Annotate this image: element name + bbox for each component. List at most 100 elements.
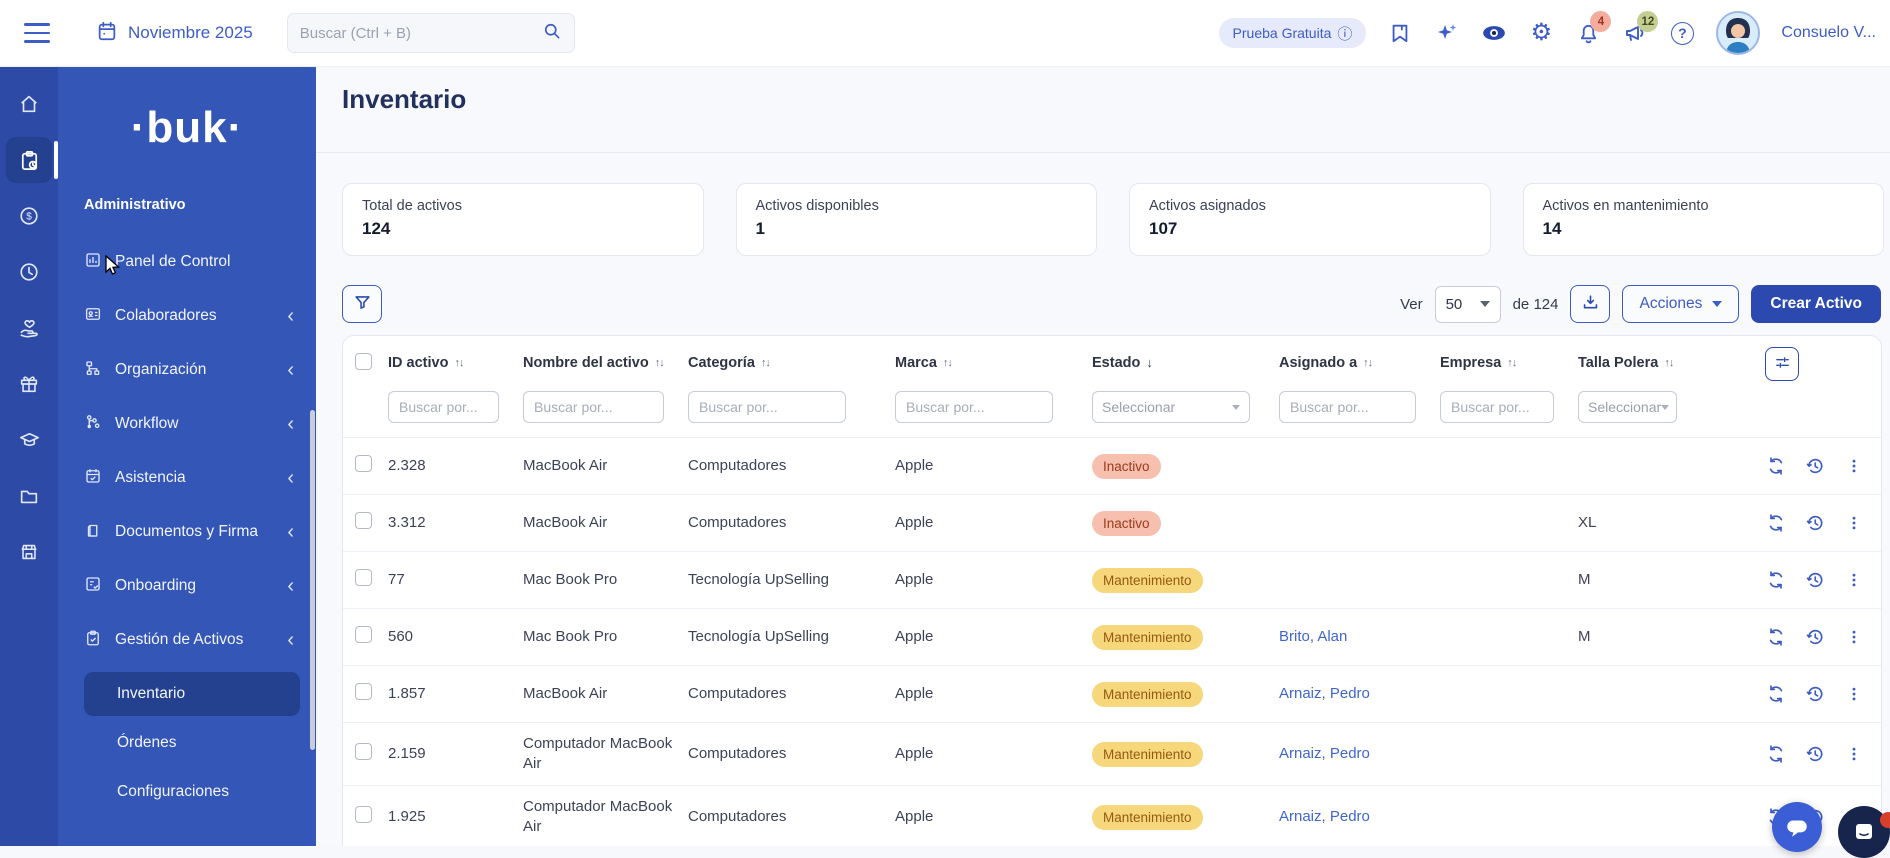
assignee-link[interactable]: Arnaiz, Pedro <box>1279 808 1370 825</box>
download-button[interactable] <box>1570 285 1610 323</box>
reassign-icon[interactable] <box>1765 683 1787 705</box>
filter-estado-select[interactable]: Seleccionar <box>1092 391 1250 423</box>
row-checkbox[interactable] <box>355 806 372 823</box>
main-content: Inventario Total de activos 124 Activos … <box>316 67 1890 846</box>
assignee-link[interactable]: Arnaiz, Pedro <box>1279 745 1370 762</box>
reassign-icon[interactable] <box>1765 455 1787 477</box>
sidebar-subitem-inventario[interactable]: Inventario <box>84 672 300 716</box>
row-checkbox[interactable] <box>355 683 372 700</box>
period-selector[interactable]: Noviembre 2025 <box>96 20 253 47</box>
filter-button[interactable] <box>342 285 382 323</box>
sort-icon[interactable]: ↑↓ <box>655 357 664 371</box>
announcements-megaphone-icon[interactable]: 12 <box>1622 20 1648 46</box>
row-checkbox[interactable] <box>355 512 372 529</box>
history-icon[interactable] <box>1804 512 1826 534</box>
acciones-button[interactable]: Acciones <box>1622 285 1739 323</box>
filter-marca-input[interactable] <box>895 391 1053 423</box>
ai-sparkles-icon[interactable] <box>1434 20 1460 46</box>
history-icon[interactable] <box>1804 743 1826 765</box>
reassign-icon[interactable] <box>1765 569 1787 591</box>
settings-gear-icon[interactable]: ⚙ <box>1528 20 1554 46</box>
sort-icon[interactable]: ↑↓ <box>454 357 463 371</box>
cell-id-activo: 1.857 <box>388 684 523 704</box>
sort-icon[interactable]: ↑↓ <box>761 357 770 371</box>
announcements-count-badge: 12 <box>1637 11 1658 32</box>
kebab-menu-icon[interactable] <box>1843 569 1865 591</box>
sort-desc-icon[interactable]: ↓ <box>1146 355 1152 371</box>
user-avatar[interactable] <box>1716 11 1760 55</box>
filter-categoria-input[interactable] <box>688 391 846 423</box>
reassign-icon[interactable] <box>1765 512 1787 534</box>
page-size-select[interactable]: 50 <box>1435 286 1501 323</box>
notifications-bell-icon[interactable]: 4 <box>1575 20 1601 46</box>
reassign-icon[interactable] <box>1765 743 1787 765</box>
user-name[interactable]: Consuelo V... <box>1781 24 1876 42</box>
org-chart-icon <box>84 359 102 382</box>
home-icon[interactable] <box>6 81 52 127</box>
filter-nombre-input[interactable] <box>523 391 664 423</box>
crear-activo-button[interactable]: Crear Activo <box>1751 285 1881 323</box>
kebab-menu-icon[interactable] <box>1843 743 1865 765</box>
sort-icon[interactable]: ↑↓ <box>1507 357 1516 371</box>
cell-nombre: Mac Book Pro <box>523 627 688 647</box>
sidebar-scrollbar[interactable] <box>310 410 315 750</box>
sidebar-subitem-configuraciones[interactable]: Configuraciones <box>84 770 300 814</box>
search-input[interactable] <box>300 25 542 42</box>
clipboard-check-icon <box>84 629 102 652</box>
sidebar-item-workflow[interactable]: Workflow ‹ <box>58 397 316 451</box>
asset-management-icon[interactable] <box>6 137 52 183</box>
filter-talla-select[interactable]: Seleccionar <box>1578 391 1677 423</box>
culture-gift-icon[interactable] <box>6 361 52 407</box>
cell-categoria: Computadores <box>688 456 895 476</box>
sidebar-item-documentos-y-firma[interactable]: Documentos y Firma ‹ <box>58 505 316 559</box>
history-icon[interactable] <box>1804 683 1826 705</box>
history-icon[interactable] <box>1804 455 1826 477</box>
cell-id-activo: 560 <box>388 627 523 647</box>
help-icon[interactable]: ? <box>1669 20 1695 46</box>
sidebar-subitem-ordenes[interactable]: Órdenes <box>84 721 300 765</box>
benefits-icon[interactable] <box>6 305 52 351</box>
row-checkbox[interactable] <box>355 743 372 760</box>
sort-icon[interactable]: ↑↓ <box>943 357 952 371</box>
marketplace-icon[interactable] <box>6 529 52 575</box>
chat-widget-button[interactable] <box>1772 802 1822 852</box>
search-icon[interactable] <box>542 21 562 46</box>
history-icon[interactable] <box>1804 569 1826 591</box>
training-icon[interactable] <box>6 417 52 463</box>
assignee-link[interactable]: Arnaiz, Pedro <box>1279 685 1370 702</box>
kebab-menu-icon[interactable] <box>1843 455 1865 477</box>
filter-empresa-input[interactable] <box>1440 391 1554 423</box>
reassign-icon[interactable] <box>1765 626 1787 648</box>
kebab-menu-icon[interactable] <box>1843 626 1865 648</box>
sidebar-item-organizacion[interactable]: Organización ‹ <box>58 343 316 397</box>
sidebar-item-colaboradores[interactable]: Colaboradores ‹ <box>58 289 316 343</box>
history-icon[interactable] <box>1804 626 1826 648</box>
kebab-menu-icon[interactable] <box>1843 512 1865 534</box>
cell-talla: M <box>1578 570 1701 590</box>
payroll-icon[interactable]: $ <box>6 193 52 239</box>
table-row: 2.328 MacBook Air Computadores Apple Ina… <box>343 437 1881 494</box>
sort-icon[interactable]: ↑↓ <box>1363 357 1372 371</box>
sidebar-item-panel-de-control[interactable]: Panel de Control <box>58 235 316 289</box>
table-row: 77 Mac Book Pro Tecnología UpSelling App… <box>343 551 1881 608</box>
menu-toggle-button[interactable] <box>24 23 50 43</box>
sort-icon[interactable]: ↑↓ <box>1664 357 1673 371</box>
filter-id-input[interactable] <box>388 391 499 423</box>
time-clock-icon[interactable] <box>6 249 52 295</box>
filter-asignado-input[interactable] <box>1279 391 1416 423</box>
trial-badge[interactable]: Prueba Gratuita ⓘ <box>1219 18 1367 48</box>
row-checkbox[interactable] <box>355 455 372 472</box>
row-checkbox[interactable] <box>355 569 372 586</box>
view-as-icon[interactable] <box>1481 20 1507 46</box>
cell-id-activo: 1.925 <box>388 807 523 827</box>
kebab-menu-icon[interactable] <box>1843 683 1865 705</box>
assignee-link[interactable]: Brito, Alan <box>1279 628 1347 645</box>
sidebar-item-asistencia[interactable]: Asistencia ‹ <box>58 451 316 505</box>
documents-folder-icon[interactable] <box>6 473 52 519</box>
row-checkbox[interactable] <box>355 626 372 643</box>
column-settings-button[interactable] <box>1765 347 1799 381</box>
sidebar-item-onboarding[interactable]: Onboarding ‹ <box>58 559 316 613</box>
bookmark-icon[interactable] <box>1387 20 1413 46</box>
sidebar-item-gestion-de-activos[interactable]: Gestión de Activos ‹ <box>58 613 316 667</box>
select-all-checkbox[interactable] <box>355 353 372 370</box>
